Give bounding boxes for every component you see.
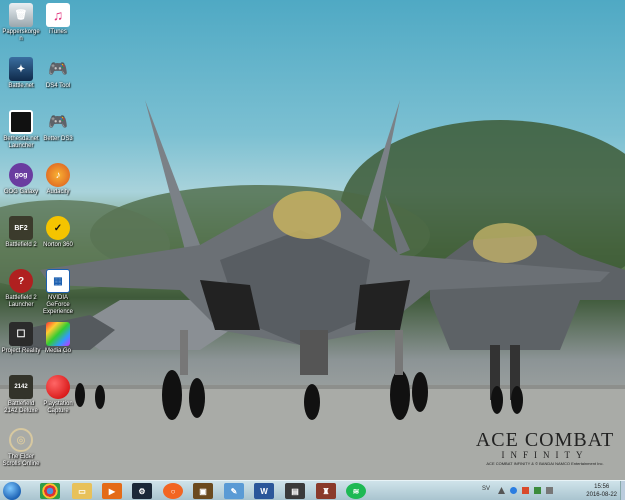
norton-label: Norton 360 bbox=[43, 242, 73, 248]
chrome-taskbar-icon[interactable] bbox=[40, 483, 60, 499]
norton-glyph: ✓ bbox=[46, 216, 70, 240]
recycle-bin-glyph: 🗑 bbox=[9, 3, 33, 27]
ds4-tool-glyph: 🎮 bbox=[48, 61, 68, 78]
battlefield-2-icon[interactable]: BF2 Battlefield 2 bbox=[1, 216, 41, 249]
paint-taskbar-icon[interactable]: ✎ bbox=[224, 483, 244, 499]
show-hidden-icons-icon[interactable] bbox=[498, 487, 505, 494]
bf2142-label: Battlefield 2142 Deluxe bbox=[4, 401, 38, 414]
ace-combat-logo: ACE COMBAT INFINITY ACE COMBAT INFINITY … bbox=[470, 430, 620, 467]
itunes-glyph: ♫ bbox=[46, 3, 70, 27]
desktop-wallpaper bbox=[0, 0, 625, 480]
gog-galaxy-icon[interactable]: gog GOG Galaxy bbox=[1, 163, 41, 196]
logo-subtitle: INFINITY bbox=[501, 450, 589, 460]
ps-capture-label: Playstation Capture bbox=[43, 401, 73, 414]
audacity-label: Audacity bbox=[46, 189, 70, 195]
audacity-icon[interactable]: ♪ Audacity bbox=[38, 163, 78, 196]
game-taskbar-icon[interactable]: ♜ bbox=[316, 483, 336, 499]
ps-capture-glyph bbox=[46, 375, 70, 399]
bf2-launcher-glyph: ? bbox=[9, 269, 33, 293]
battlenet-glyph: ✦ bbox=[9, 57, 33, 81]
eso-glyph: ◎ bbox=[9, 428, 33, 452]
nvidia-settings-icon[interactable]: ▦ NVIDIA GeForce Experience bbox=[38, 269, 78, 316]
better-ds3-glyph: 🎮 bbox=[48, 114, 68, 131]
battlenet-icon[interactable]: ✦ Battle.net bbox=[1, 57, 41, 90]
itunes-icon[interactable]: ♫ iTunes bbox=[38, 3, 78, 36]
logo-copyright: ACE COMBAT INFINITY & © BANDAI NAMCO Ent… bbox=[486, 461, 604, 466]
eso-label: The Elder Scrolls Online bbox=[2, 454, 40, 467]
nvidia-glyph: ▦ bbox=[46, 269, 70, 293]
bf2142-icon[interactable]: 2142 Battlefield 2142 Deluxe bbox=[1, 375, 41, 415]
ds4-tool-icon[interactable]: 🎮 DS4 Tool bbox=[38, 57, 78, 90]
logo-title: ACE COMBAT bbox=[475, 429, 615, 451]
system-tray: SV 15:56 2016-08-22 bbox=[480, 481, 625, 500]
bf2-label: Battlefield 2 bbox=[5, 242, 37, 248]
recycle-bin-label: Papperskorgen bbox=[2, 29, 40, 42]
media-go-glyph bbox=[46, 322, 70, 346]
bf2-launcher-label: Battlefield 2 Launcher bbox=[5, 295, 37, 308]
bethesda-label: Bethesda.net Launcher bbox=[3, 136, 39, 149]
civ-taskbar-icon[interactable]: ▣ bbox=[193, 483, 213, 499]
bf2-glyph: BF2 bbox=[9, 216, 33, 240]
audacity-glyph: ♪ bbox=[46, 163, 70, 187]
origin-taskbar-icon[interactable]: ○ bbox=[163, 483, 183, 499]
media-go-icon[interactable]: Media Go bbox=[38, 322, 78, 355]
language-indicator[interactable]: SV bbox=[482, 486, 490, 492]
better-ds3-icon[interactable]: 🎮 Better DS3 bbox=[38, 110, 78, 143]
norton-360-icon[interactable]: ✓ Norton 360 bbox=[38, 216, 78, 249]
project-reality-label: Project Reality bbox=[1, 348, 41, 354]
fighter-jets-image bbox=[0, 100, 625, 480]
battlenet-label: Battle.net bbox=[8, 83, 34, 89]
spotify-taskbar-icon[interactable]: ≋ bbox=[346, 483, 366, 499]
bethesda-launcher-icon[interactable]: Bethesda.net Launcher bbox=[1, 110, 41, 150]
bf2142-glyph: 2142 bbox=[9, 375, 33, 399]
gog-glyph: gog bbox=[9, 163, 33, 187]
elder-scrolls-online-icon[interactable]: ◎ The Elder Scrolls Online bbox=[1, 428, 41, 468]
recycle-bin-icon[interactable]: 🗑 Papperskorgen bbox=[1, 3, 41, 43]
clock-time: 15:56 bbox=[594, 484, 610, 490]
clock-date: 2016-08-22 bbox=[586, 492, 617, 498]
show-desktop-button[interactable] bbox=[620, 481, 625, 500]
tray-network-icon[interactable] bbox=[534, 487, 541, 494]
better-ds3-label: Better DS3 bbox=[43, 136, 73, 142]
bethesda-glyph bbox=[9, 110, 33, 134]
ds4-tool-label: DS4 Tool bbox=[45, 83, 71, 89]
tray-app-icon[interactable] bbox=[510, 487, 517, 494]
taskmanager-taskbar-icon[interactable]: ▤ bbox=[285, 483, 305, 499]
taskbar: ▭ ▶ ⚙ ○ ▣ ✎ W ▤ ♜ ≋ SV 15:56 2016-08-22 bbox=[0, 480, 625, 500]
tray-security-icon[interactable] bbox=[522, 487, 529, 494]
project-reality-glyph: ☐ bbox=[9, 322, 33, 346]
word-taskbar-icon[interactable]: W bbox=[254, 483, 274, 499]
start-button[interactable] bbox=[3, 482, 21, 500]
volume-icon[interactable] bbox=[546, 487, 553, 494]
gog-label: GOG Galaxy bbox=[3, 189, 39, 195]
explorer-taskbar-icon[interactable]: ▭ bbox=[72, 483, 92, 499]
clock[interactable]: 15:56 2016-08-22 bbox=[586, 483, 617, 499]
bf2-launcher-icon[interactable]: ? Battlefield 2 Launcher bbox=[1, 269, 41, 309]
media-go-label: Media Go bbox=[44, 348, 71, 354]
itunes-label: iTunes bbox=[49, 29, 67, 35]
playstation-capture-icon[interactable]: Playstation Capture bbox=[38, 375, 78, 415]
project-reality-icon[interactable]: ☐ Project Reality bbox=[1, 322, 41, 355]
steam-taskbar-icon[interactable]: ⚙ bbox=[132, 483, 152, 499]
nvidia-label: NVIDIA GeForce Experience bbox=[42, 295, 74, 315]
media-player-taskbar-icon[interactable]: ▶ bbox=[102, 483, 122, 499]
